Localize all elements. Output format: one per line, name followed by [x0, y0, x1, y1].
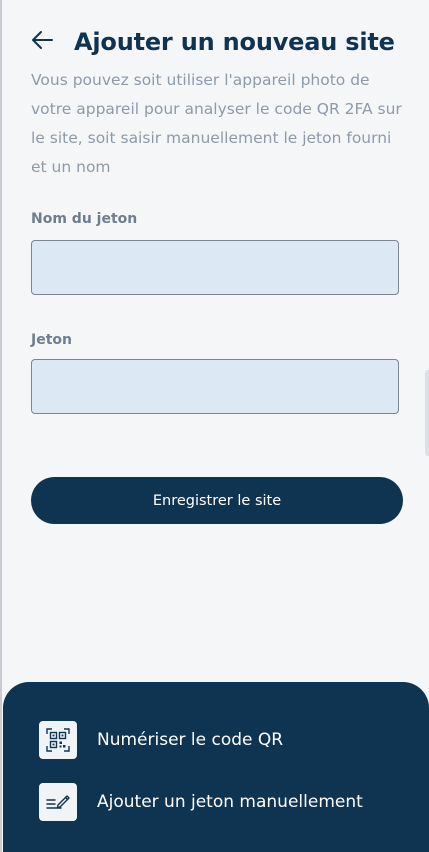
arrow-left-icon	[30, 30, 54, 54]
token-name-label: Nom du jeton	[31, 211, 138, 227]
bottom-sheet: Numériser le code QR Ajouter un jeton ma…	[3, 682, 429, 852]
token-input[interactable]	[31, 359, 399, 414]
page-description: Vous pouvez soit utiliser l'appareil pho…	[31, 71, 402, 176]
scan-qr-label: Numériser le code QR	[97, 730, 284, 750]
scan-qr-action[interactable]: Numériser le code QR	[39, 720, 283, 760]
back-button[interactable]	[26, 28, 58, 56]
edit-note-icon	[39, 783, 77, 821]
add-token-manually-action[interactable]: Ajouter un jeton manuellement	[39, 782, 363, 822]
scroll-handle[interactable]	[425, 370, 429, 456]
token-label: Jeton	[31, 332, 72, 348]
screen-edge	[0, 0, 2, 852]
token-name-input[interactable]	[31, 240, 399, 295]
add-token-manually-label: Ajouter un jeton manuellement	[97, 792, 363, 812]
page-title: Ajouter un nouveau site	[74, 28, 395, 56]
save-site-button[interactable]: Enregistrer le site	[31, 477, 403, 524]
qr-code-icon	[39, 721, 77, 759]
